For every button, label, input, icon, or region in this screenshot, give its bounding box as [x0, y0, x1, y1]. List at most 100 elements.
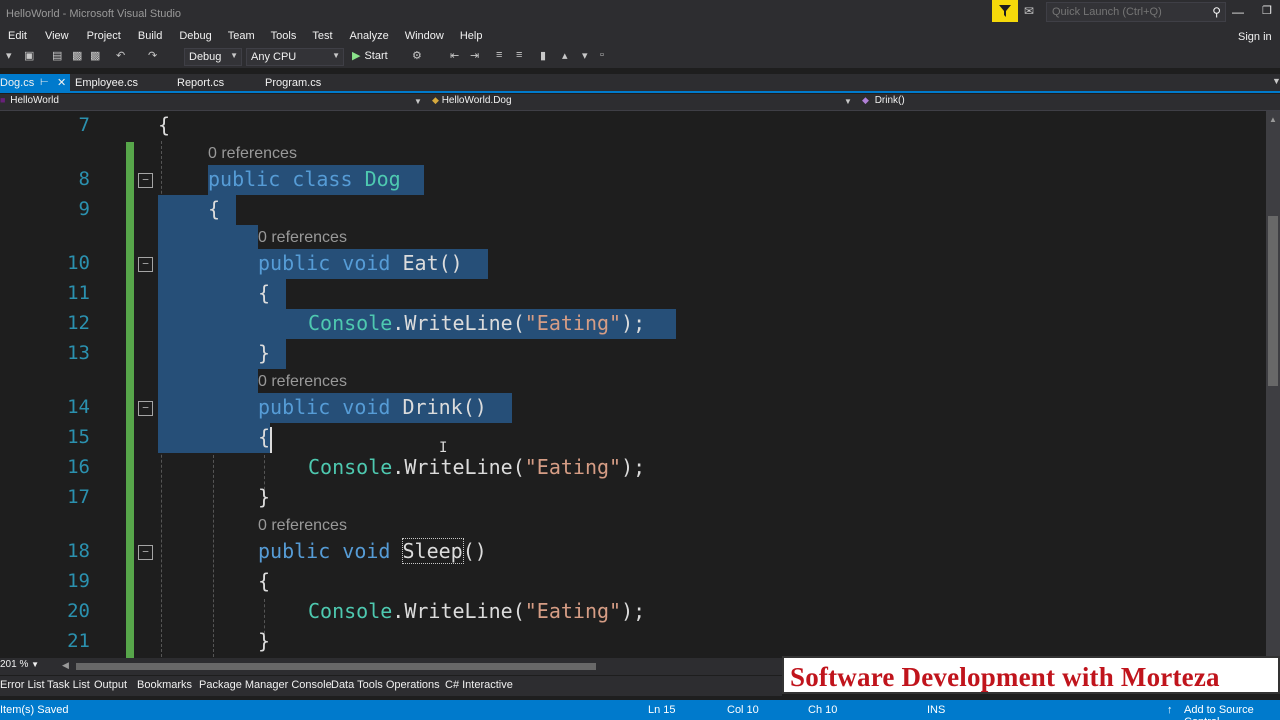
tab-program-cs[interactable]: Program.cs — [265, 74, 321, 92]
indent-icon[interactable]: ≡ — [516, 49, 522, 61]
menu-view[interactable]: View — [45, 28, 69, 46]
quick-launch-input[interactable] — [1052, 6, 1202, 18]
menu-team[interactable]: Team — [228, 28, 255, 46]
next-bookmark-icon[interactable]: ▾ — [582, 49, 588, 62]
tab-csharp-interactive[interactable]: C# Interactive — [445, 679, 513, 691]
clear-bookmarks-icon[interactable]: ▫ — [600, 49, 604, 61]
open-file-icon[interactable]: ▤ — [52, 49, 62, 62]
horizontal-scrollbar[interactable]: ◀ — [62, 660, 782, 672]
bookmark-icon[interactable]: ▮ — [540, 49, 546, 62]
window-title: HelloWorld - Microsoft Visual Studio — [6, 8, 182, 20]
line-text: { — [208, 197, 221, 221]
codelens-references[interactable]: 0 references — [208, 145, 297, 163]
status-message: Item(s) Saved — [0, 704, 69, 716]
code-line: 12 Console.WriteLine("Eating"); — [0, 309, 1266, 339]
close-icon[interactable]: ✕ — [57, 76, 66, 89]
line-number: 13 — [67, 342, 90, 364]
quick-launch-box[interactable]: ⚲ — [1046, 2, 1226, 22]
upload-icon: ↑ — [1167, 704, 1173, 716]
tab-report-cs[interactable]: Report.cs — [177, 74, 224, 92]
type-value: HelloWorld.Dog — [441, 95, 512, 106]
chevron-down-icon: ▼ — [332, 51, 340, 60]
start-label: Start — [364, 50, 388, 62]
save-icon[interactable]: ▩ — [72, 49, 82, 62]
back-icon[interactable]: ▾ — [6, 49, 12, 62]
redo-icon[interactable]: ↷ — [148, 49, 157, 62]
menu-debug[interactable]: Debug — [179, 28, 211, 46]
menu-tools[interactable]: Tools — [271, 28, 297, 46]
browser-link-icon[interactable]: ⚙ — [412, 49, 422, 62]
line-number: 16 — [67, 456, 90, 478]
scroll-up-icon[interactable]: ▲ — [1269, 115, 1277, 124]
scroll-left-icon[interactable]: ◀ — [62, 660, 69, 671]
step-over-icon[interactable]: ⇥ — [470, 49, 479, 62]
start-button[interactable]: ▶ Start — [352, 49, 388, 62]
pin-icon[interactable]: ⊢ — [40, 77, 49, 88]
line-text: { — [258, 569, 271, 593]
tab-error-list[interactable]: Error List — [0, 679, 45, 691]
menu-analyze[interactable]: Analyze — [350, 28, 389, 46]
line-number: 12 — [67, 312, 90, 334]
menu-project[interactable]: Project — [87, 28, 121, 46]
status-insert-mode: INS — [927, 704, 946, 716]
codelens-references[interactable]: 0 references — [258, 229, 347, 247]
collapse-toggle[interactable]: − — [138, 545, 153, 560]
selection-highlight — [158, 423, 270, 453]
code-editor[interactable]: 7 { 0 references 8 − public class Dog 9 … — [0, 111, 1266, 658]
codelens-references[interactable]: 0 references — [258, 373, 347, 391]
save-all-icon[interactable]: ▩ — [90, 49, 100, 62]
restore-icon[interactable]: ❐ — [1262, 4, 1272, 17]
step-icon[interactable]: ⇤ — [450, 49, 459, 62]
prev-bookmark-icon[interactable]: ▴ — [562, 49, 568, 62]
project-dropdown[interactable]: ■ HelloWorld ▼ — [0, 95, 426, 110]
undo-icon[interactable]: ↶ — [116, 49, 125, 62]
tab-overflow-icon[interactable]: ▼ — [1272, 76, 1280, 86]
feedback-icon[interactable]: ✉ — [1024, 4, 1042, 20]
collapse-toggle[interactable]: − — [138, 401, 153, 416]
tab-employee-cs[interactable]: Employee.cs — [75, 74, 138, 92]
collapse-toggle[interactable]: − — [138, 173, 153, 188]
code-line: 10 − public void Eat() — [0, 249, 1266, 279]
minimize-icon[interactable]: — — [1232, 5, 1244, 19]
collapse-toggle[interactable]: − — [138, 257, 153, 272]
scroll-thumb[interactable] — [76, 663, 596, 670]
tab-bookmarks[interactable]: Bookmarks — [137, 679, 192, 691]
line-number: 10 — [67, 252, 90, 274]
line-text: public void Sleep() — [258, 538, 487, 564]
code-line: 16 Console.WriteLine("Eating"); — [0, 453, 1266, 483]
tab-task-list[interactable]: Task List — [47, 679, 90, 691]
new-project-icon[interactable]: ▣ — [24, 49, 34, 62]
code-line: 7 { — [0, 111, 1266, 141]
line-text: } — [258, 629, 271, 653]
search-icon[interactable]: ⚲ — [1212, 5, 1221, 19]
scroll-thumb[interactable] — [1268, 216, 1278, 386]
navigation-bar: ■ HelloWorld ▼ ◆ HelloWorld.Dog ▼ ◆ Drin… — [0, 94, 1280, 111]
codelens-references[interactable]: 0 references — [258, 517, 347, 535]
notifications-flag-icon[interactable] — [992, 0, 1018, 22]
tab-dog-cs[interactable]: Dog.cs ⊢ ✕ — [0, 74, 70, 92]
menu-edit[interactable]: Edit — [8, 28, 27, 46]
type-dropdown[interactable]: ◆ HelloWorld.Dog ▼ — [432, 95, 852, 110]
menu-help[interactable]: Help — [460, 28, 483, 46]
menu-window[interactable]: Window — [405, 28, 444, 46]
tab-output[interactable]: Output — [94, 679, 127, 691]
add-to-source-control-button[interactable]: Add to Source Control — [1184, 704, 1280, 720]
tab-package-manager-console[interactable]: Package Manager Console — [199, 679, 332, 691]
member-dropdown[interactable]: ◆ Drink() — [862, 95, 1280, 110]
sign-in-link[interactable]: Sign in — [1238, 31, 1272, 43]
watermark-text: Software Development with Morteza — [790, 662, 1220, 692]
zoom-level[interactable]: 201 % ▼ — [0, 659, 39, 670]
document-tabs: Dog.cs ⊢ ✕ Employee.cs Report.cs Program… — [0, 74, 1280, 93]
line-text: public void Eat() — [258, 251, 463, 275]
vertical-scrollbar[interactable]: ▲ — [1266, 111, 1280, 658]
play-icon: ▶ — [352, 50, 361, 62]
outdent-icon[interactable]: ≡ — [496, 49, 502, 61]
configuration-dropdown[interactable]: Debug ▼ — [184, 48, 242, 66]
menu-test[interactable]: Test — [312, 28, 332, 46]
code-line: 18 − public void Sleep() — [0, 537, 1266, 567]
platform-dropdown[interactable]: Any CPU ▼ — [246, 48, 344, 66]
line-text: Console.WriteLine("Eating"); — [308, 311, 646, 335]
tab-data-tools-operations[interactable]: Data Tools Operations — [331, 679, 440, 691]
menu-build[interactable]: Build — [138, 28, 162, 46]
code-line: 11 { — [0, 279, 1266, 309]
